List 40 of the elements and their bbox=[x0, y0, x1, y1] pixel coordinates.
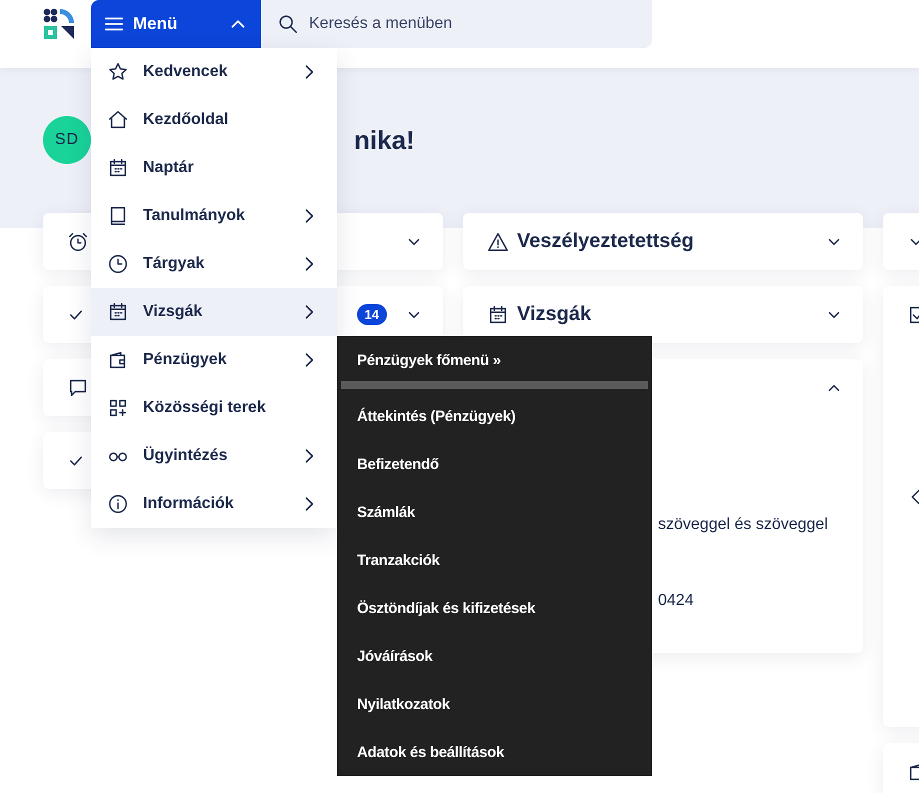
menu-item[interactable]: Közösségi terek bbox=[91, 384, 337, 432]
search-icon bbox=[277, 13, 299, 35]
card-text: 0424 bbox=[658, 591, 695, 611]
menu-button[interactable]: Menü bbox=[91, 0, 261, 48]
calendar-icon bbox=[107, 157, 129, 179]
menu-item[interactable]: Vizsgák bbox=[91, 288, 337, 336]
submenu-item[interactable]: Befizetendő bbox=[337, 440, 459, 488]
grid-plus-icon bbox=[107, 397, 129, 419]
info-icon bbox=[107, 493, 129, 515]
menu-item[interactable]: Naptár bbox=[91, 144, 337, 192]
menu-item[interactable]: Tanulmányok bbox=[91, 192, 337, 240]
avatar[interactable]: SD bbox=[43, 116, 91, 164]
submenu-item[interactable]: Jóváírások bbox=[337, 632, 452, 680]
logo-icon bbox=[43, 8, 75, 40]
menu-item[interactable]: Információk bbox=[91, 480, 337, 528]
submenu-item[interactable]: Ösztöndíjak és kifizetések bbox=[337, 584, 556, 632]
card-text: szöveggel és szöveggel bbox=[658, 515, 829, 535]
submenu-item[interactable]: Adatok és beállítások bbox=[337, 728, 524, 776]
menu-item[interactable]: Tárgyak bbox=[91, 240, 337, 288]
submenu-item[interactable]: Tranzakciók bbox=[337, 536, 460, 584]
count-badge: 14 bbox=[356, 304, 387, 325]
card-title: Veszélyeztetettség bbox=[517, 230, 694, 253]
calendar-icon bbox=[487, 304, 509, 326]
clock-icon bbox=[107, 253, 129, 275]
menu-item[interactable]: Kezdőoldal bbox=[91, 96, 337, 144]
menu-item[interactable]: Ügyintézés bbox=[91, 432, 337, 480]
greeting-text: nika! bbox=[354, 124, 415, 156]
menu-item[interactable]: Kedvencek bbox=[91, 48, 337, 96]
submenu-item[interactable]: Számlák bbox=[337, 488, 435, 536]
submenu-item[interactable]: Nyilatkozatok bbox=[337, 680, 470, 728]
search-field[interactable]: Keresés a menüben bbox=[261, 0, 652, 48]
card-title: Vizsgák bbox=[517, 303, 592, 326]
calendar-icon bbox=[107, 301, 129, 323]
home-icon bbox=[107, 109, 129, 131]
warning-icon bbox=[487, 230, 509, 252]
submenu-item[interactable]: Áttekintés (Pénzügyek) bbox=[337, 392, 536, 440]
star-icon bbox=[107, 61, 129, 83]
alarm-clock-icon bbox=[67, 230, 89, 252]
submenu-header-link[interactable]: Pénzügyek főmenü » bbox=[337, 336, 521, 384]
menu-item[interactable]: Pénzügyek bbox=[91, 336, 337, 384]
